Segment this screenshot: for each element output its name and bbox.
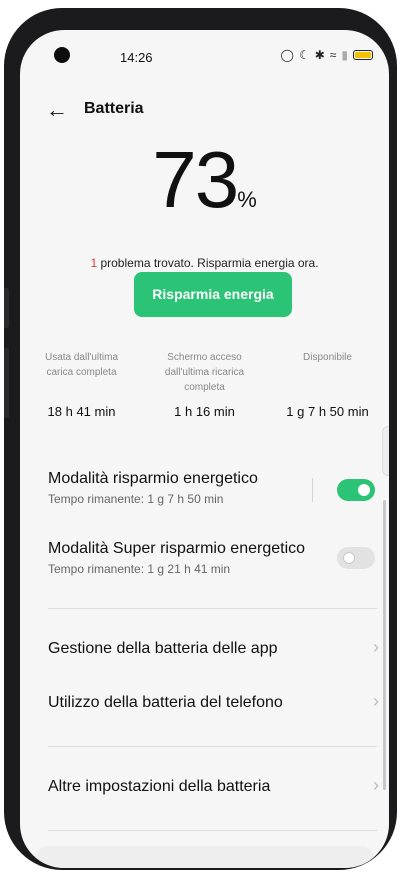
scrollbar[interactable] — [383, 500, 386, 790]
battery-icon — [353, 50, 373, 60]
usage-stats: Usata dall'ultima carica completa 18 h 4… — [20, 350, 389, 419]
stat-value: 1 g 7 h 50 min — [286, 404, 369, 419]
more-battery-settings-row[interactable]: Altre impostazioni della batteria — [48, 778, 389, 796]
alarm-icon: ◯ — [280, 48, 294, 62]
wifi-icon: ≈ — [329, 48, 337, 62]
phone-frame: 14:26 ◯ ☾ ✱ ≈ ▮ ← Batteria 73% 1 problem… — [4, 8, 397, 870]
save-energy-button[interactable]: Risparmia energia — [134, 272, 292, 317]
percent-sign: % — [237, 187, 257, 212]
phone-side-button — [4, 288, 9, 328]
phone-side-button — [4, 348, 9, 418]
battery-percentage: 73 — [152, 135, 239, 224]
stat-screen-on: Schermo acceso dall'ultima ricarica comp… — [143, 350, 266, 419]
screen: 14:26 ◯ ☾ ✱ ≈ ▮ ← Batteria 73% 1 problem… — [20, 30, 389, 868]
toggle-knob — [358, 484, 370, 496]
divider — [48, 830, 377, 831]
bottom-card — [34, 846, 375, 868]
problem-message: 1 problema trovato. Risparmia energia or… — [20, 256, 389, 270]
chevron-right-icon: › — [373, 775, 379, 795]
divider-vertical — [312, 478, 313, 502]
back-arrow-icon[interactable]: ← — [46, 98, 68, 122]
divider — [48, 746, 377, 747]
do-not-disturb-icon: ☾ — [298, 48, 310, 62]
stat-value: 1 h 16 min — [174, 404, 235, 419]
more-battery-settings-label: Altre impostazioni della batteria — [48, 778, 271, 795]
stat-label: Disponibile — [303, 352, 352, 363]
stat-label: Usata dall'ultima carica completa — [44, 352, 119, 378]
app-battery-management-row[interactable]: Gestione della batteria delle app — [48, 640, 389, 658]
power-saving-toggle[interactable] — [337, 479, 375, 501]
battery-level: 73% — [20, 134, 389, 226]
phone-battery-usage-row[interactable]: Utilizzo della batteria del telefono — [48, 694, 389, 712]
signal-icon: ▮ — [341, 48, 348, 62]
divider — [48, 608, 377, 609]
status-icons: ◯ ☾ ✱ ≈ ▮ — [281, 48, 373, 62]
stat-available: Disponibile 1 g 7 h 50 min — [266, 350, 389, 419]
chevron-right-icon: › — [373, 691, 379, 711]
chevron-right-icon: › — [373, 637, 379, 657]
stat-used-since-charge: Usata dall'ultima carica completa 18 h 4… — [20, 350, 143, 419]
page-title: Batteria — [84, 100, 144, 117]
stat-label: Schermo acceso dall'ultima ricarica comp… — [164, 352, 245, 393]
super-saving-toggle[interactable] — [337, 547, 375, 569]
status-time: 14:26 — [120, 50, 153, 65]
bluetooth-icon: ✱ — [314, 48, 325, 62]
stat-value: 18 h 41 min — [47, 404, 116, 419]
problem-text: problema trovato. Risparmia energia ora. — [97, 256, 319, 270]
front-camera — [54, 47, 70, 63]
side-panel-handle[interactable] — [382, 426, 389, 476]
app-battery-management-label: Gestione della batteria delle app — [48, 640, 278, 657]
status-bar: 14:26 ◯ ☾ ✱ ≈ ▮ — [20, 30, 389, 74]
phone-battery-usage-label: Utilizzo della batteria del telefono — [48, 694, 283, 711]
header: ← Batteria — [20, 98, 389, 128]
toggle-knob — [343, 552, 355, 564]
